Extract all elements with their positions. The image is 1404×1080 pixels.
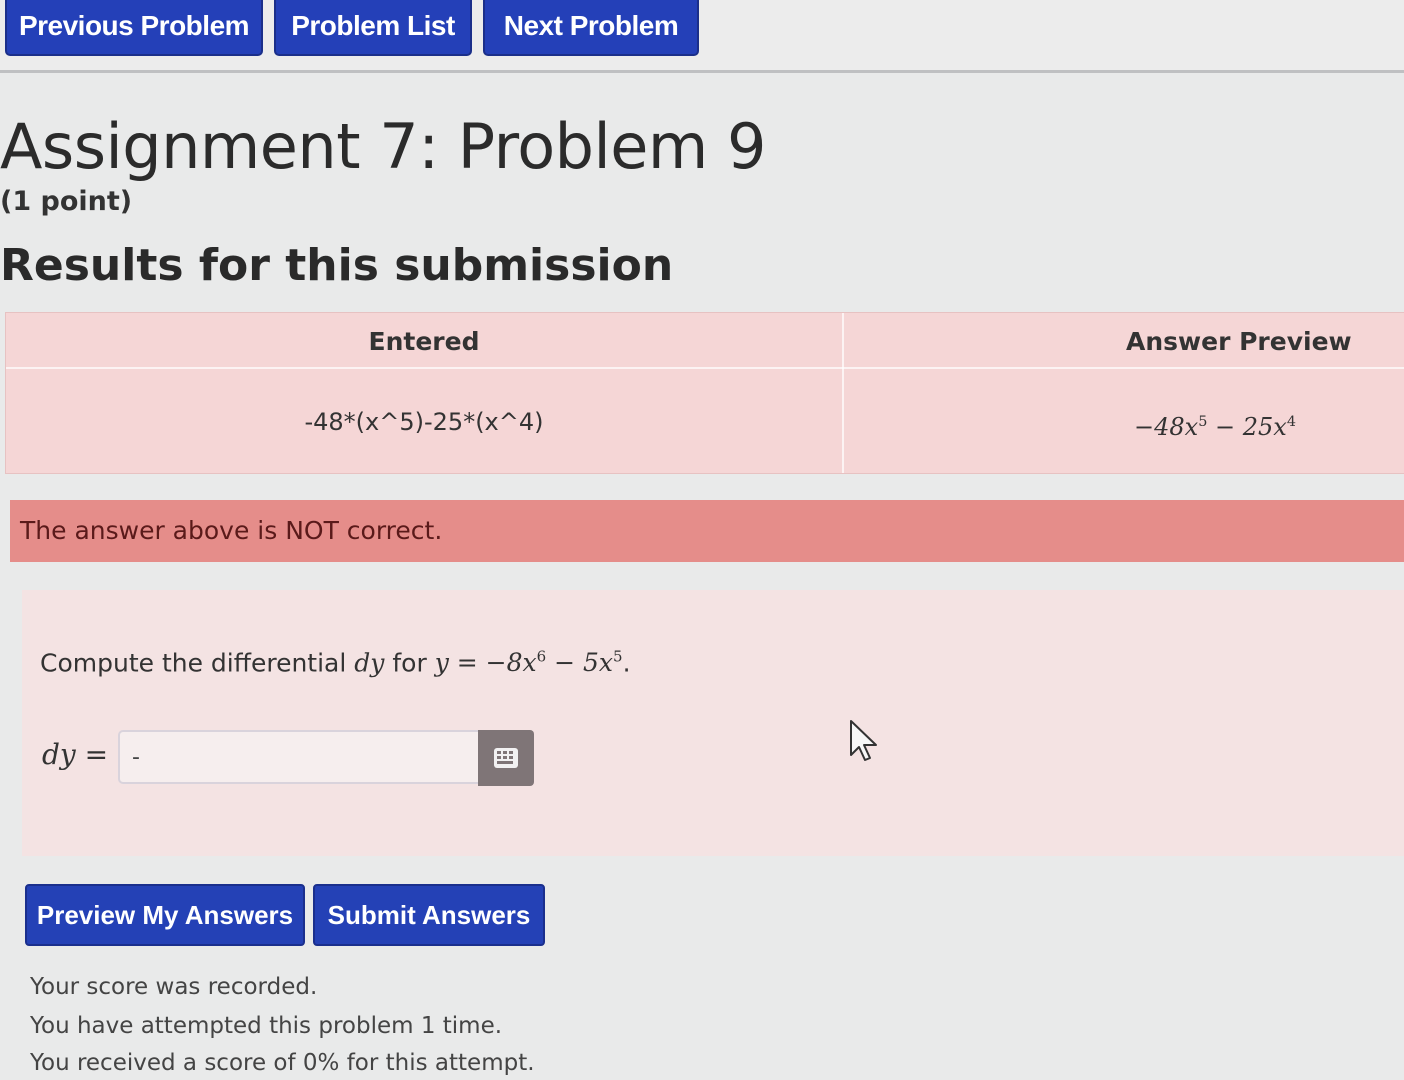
dy-answer-input[interactable] [118, 730, 480, 784]
score-recorded-message: Your score was recorded. [30, 974, 318, 1000]
results-table: Entered Answer Preview -48*(x^5)-25*(x^4… [5, 312, 1404, 474]
entered-column-header: Entered [368, 327, 480, 356]
answer-preview-column-header: Answer Preview [1126, 327, 1352, 356]
problem-middle: for [392, 648, 427, 678]
results-heading: Results for this submission [0, 240, 674, 291]
problem-equation: y = −8x6 − 5x5 [434, 648, 623, 678]
keypad-icon [494, 748, 518, 768]
problem-prefix: Compute the differential [40, 648, 347, 678]
answer-preview-math: −48x5 − 25x4 [1134, 413, 1296, 441]
mouse-pointer-icon [850, 720, 877, 761]
problem-nav-bar: Previous Problem Problem List Next Probl… [0, 0, 1404, 73]
problem-panel: Compute the differential dy for y = −8x6… [22, 590, 1404, 856]
problem-list-button[interactable]: Problem List [274, 0, 472, 56]
answer-preview-cell: −48x5 − 25x4 [844, 369, 1404, 473]
attempt-count-message: You have attempted this problem 1 time. [30, 1013, 503, 1039]
problem-statement: Compute the differential dy for y = −8x6… [40, 648, 631, 678]
entered-answer-cell: -48*(x^5)-25*(x^4) [304, 408, 544, 436]
problem-variable: dy [354, 648, 385, 678]
submit-answers-button[interactable]: Submit Answers [313, 884, 545, 946]
next-problem-button[interactable]: Next Problem [483, 0, 699, 56]
answer-label: dy = [42, 738, 109, 771]
attempt-score-message: You received a score of 0% for this atte… [30, 1050, 535, 1076]
page-title: Assignment 7: Problem 9 [0, 110, 766, 183]
incorrect-answer-alert: The answer above is NOT correct. [10, 500, 1404, 562]
math-keypad-button[interactable] [478, 730, 534, 786]
previous-problem-button[interactable]: Previous Problem [5, 0, 263, 56]
problem-points: (1 point) [0, 186, 133, 217]
preview-answers-button[interactable]: Preview My Answers [25, 884, 305, 946]
